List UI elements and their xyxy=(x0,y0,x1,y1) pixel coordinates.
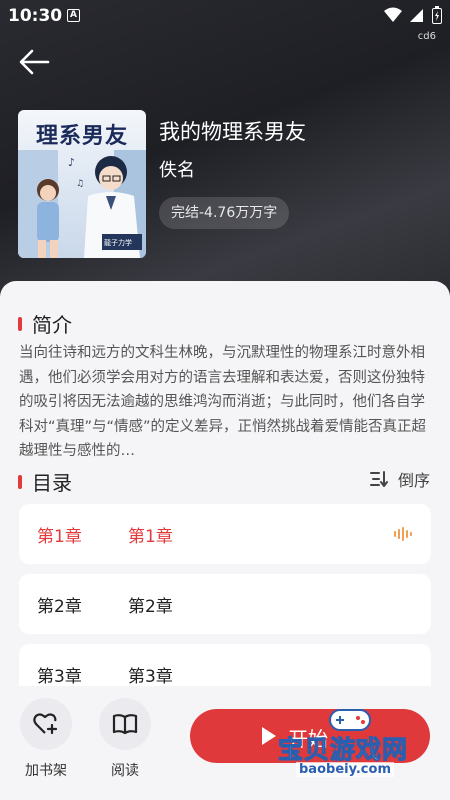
catalog-header: 目录 xyxy=(18,467,72,496)
arrow-left-icon xyxy=(19,49,50,75)
add-to-shelf-circle xyxy=(20,698,72,750)
notification-a-icon: A xyxy=(67,9,80,22)
signal-icon xyxy=(410,9,423,22)
add-to-shelf-label: 加书架 xyxy=(25,763,67,779)
book-title: 我的物理系男友 xyxy=(159,120,306,144)
bottom-action-bar: 加书架 阅读 开始 xyxy=(0,686,450,800)
book-header: 10:30 A cd6 龍子力学 ♪ ♫ 理系男友 我的物理系男友 佚名 完结-… xyxy=(0,0,450,300)
book-author: 佚名 xyxy=(159,160,195,181)
chapter-item[interactable]: 第2章 第2章 xyxy=(19,574,431,634)
chapter-number: 第3章 xyxy=(37,667,82,687)
intro-header: 简介 xyxy=(18,309,72,338)
back-button[interactable] xyxy=(18,48,54,80)
heart-plus-icon xyxy=(33,713,58,735)
chapter-name: 第3章 xyxy=(128,667,173,687)
svg-text:♫: ♫ xyxy=(76,179,84,189)
chapter-name: 第2章 xyxy=(128,597,173,617)
chapter-number: 第2章 xyxy=(37,597,82,617)
intro-text[interactable]: 当向往诗和远方的文科生林晚，与沉默理性的物理系江时意外相遇，他们必须学会用对方的… xyxy=(19,341,434,463)
status-icons xyxy=(384,6,442,24)
chapter-item[interactable]: 第1章 第1章 xyxy=(19,504,431,564)
read-button[interactable]: 阅读 xyxy=(97,698,153,780)
status-time: 10:30 xyxy=(8,6,63,26)
book-status-badge: 完结-4.76万万字 xyxy=(159,197,290,229)
reverse-order-button[interactable]: 倒序 xyxy=(369,467,430,491)
cover-badge: 龍子力学 xyxy=(104,238,132,247)
start-listening-button[interactable]: 开始 xyxy=(190,709,430,763)
status-bar: 10:30 A cd6 xyxy=(0,0,450,42)
wifi-icon xyxy=(384,7,402,22)
book-cover[interactable]: 龍子力学 ♪ ♫ 理系男友 xyxy=(18,110,146,258)
chapter-number: 第1章 xyxy=(37,527,82,547)
catalog-title: 目录 xyxy=(32,471,72,495)
read-circle xyxy=(99,698,151,750)
section-accent-bar xyxy=(18,474,22,489)
read-label: 阅读 xyxy=(111,763,139,779)
book-open-icon xyxy=(112,714,138,735)
start-label: 开始 xyxy=(288,727,328,751)
section-accent-bar xyxy=(18,316,22,331)
now-playing-icon xyxy=(394,527,412,541)
chapter-name: 第1章 xyxy=(128,527,173,547)
battery-icon xyxy=(432,6,442,24)
sort-icon xyxy=(369,471,388,487)
play-icon xyxy=(262,727,276,745)
cover-title: 理系男友 xyxy=(35,123,128,149)
add-to-shelf-button[interactable]: 加书架 xyxy=(18,698,74,780)
reverse-order-label: 倒序 xyxy=(397,471,430,490)
svg-text:♪: ♪ xyxy=(68,156,75,169)
status-tag: cd6 xyxy=(417,31,436,42)
intro-title: 简介 xyxy=(32,313,72,337)
